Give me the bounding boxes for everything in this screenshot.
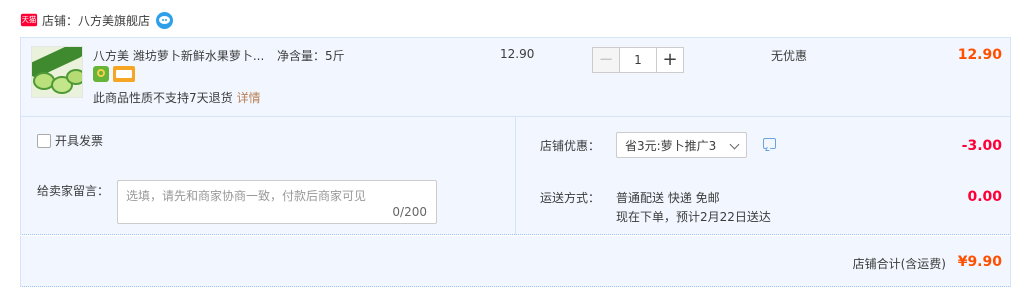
shipping-label: 运送方式： xyxy=(540,191,601,205)
invoice-option[interactable]: 开具发票 xyxy=(37,132,103,149)
shop-header: 天猫 店铺：八方美旗舰店 xyxy=(20,8,174,32)
shop-total-label: 店铺合计(含运费) xyxy=(852,257,946,271)
quantity-input[interactable]: 1 xyxy=(620,47,656,73)
return-policy-note: 此商品性质不支持7天退货 详情 xyxy=(93,89,261,106)
invoice-checkbox[interactable] xyxy=(37,133,51,148)
seller-message-input[interactable]: 选填，请先和商家协商一致，付款后商家可见 0/200 xyxy=(117,180,437,224)
order-options-panel: 开具发票 给卖家留言： 选填，请先和商家协商一致，付款后商家可见 0/200 店… xyxy=(20,117,1011,235)
comment-icon[interactable] xyxy=(763,138,776,149)
product-title-link[interactable]: 八方美 潍坊萝卜新鲜水果萝卜... xyxy=(93,47,264,64)
quality-service-icon[interactable] xyxy=(93,66,109,82)
chevron-down-icon xyxy=(729,139,740,150)
unit-price: 12.90 xyxy=(500,47,535,61)
quantity-increase-button[interactable]: + xyxy=(656,47,684,73)
shipping-method: 普通配送 快递 免邮 xyxy=(616,191,720,205)
return-policy-text: 此商品性质不支持7天退货 xyxy=(93,91,233,105)
shop-total-bar: 店铺合计(含运费) ¥9.90 xyxy=(20,236,1011,287)
shipping-fee: 0.00 xyxy=(967,189,1002,205)
cart-item-row: 八方美 潍坊萝卜新鲜水果萝卜... 此商品性质不支持7天退货 详情 净含量：5斤 … xyxy=(20,37,1011,117)
sku-info: 净含量：5斤 xyxy=(277,49,345,63)
return-policy-detail-link[interactable]: 详情 xyxy=(237,91,261,105)
tmall-badge-icon: 天猫 xyxy=(20,13,38,27)
seller-message-label: 给卖家留言： xyxy=(37,184,110,198)
quantity-stepper: − 1 + xyxy=(592,47,684,73)
quantity-decrease-button[interactable]: − xyxy=(592,47,620,73)
shop-promo-selected: 省3元:萝卜推广3 xyxy=(625,138,717,153)
invoice-label: 开具发票 xyxy=(55,134,104,148)
order-options-left: 开具发票 给卖家留言： 选填，请先和商家协商一致，付款后商家可见 0/200 xyxy=(21,117,516,235)
shop-total-amount: ¥9.90 xyxy=(957,254,1002,270)
shop-promo-select[interactable]: 省3元:萝卜推广3 xyxy=(616,132,747,158)
seller-message-char-count: 0/200 xyxy=(392,205,427,219)
shipping-eta: 现在下单，预计2月22日送达 xyxy=(616,210,771,224)
product-thumbnail[interactable] xyxy=(31,46,83,98)
item-subtotal: 12.90 xyxy=(957,47,1002,63)
shop-promo-label: 店铺优惠： xyxy=(540,139,601,153)
card-payment-icon[interactable] xyxy=(113,66,135,82)
service-icons xyxy=(93,66,135,82)
shop-name[interactable]: 店铺：八方美旗舰店 xyxy=(42,12,150,29)
wangwang-chat-icon[interactable] xyxy=(156,11,174,29)
seller-message-placeholder: 选填，请先和商家协商一致，付款后商家可见 xyxy=(126,189,367,203)
item-discount: 无优惠 xyxy=(771,49,808,63)
shop-promo-amount: -3.00 xyxy=(961,138,1002,154)
